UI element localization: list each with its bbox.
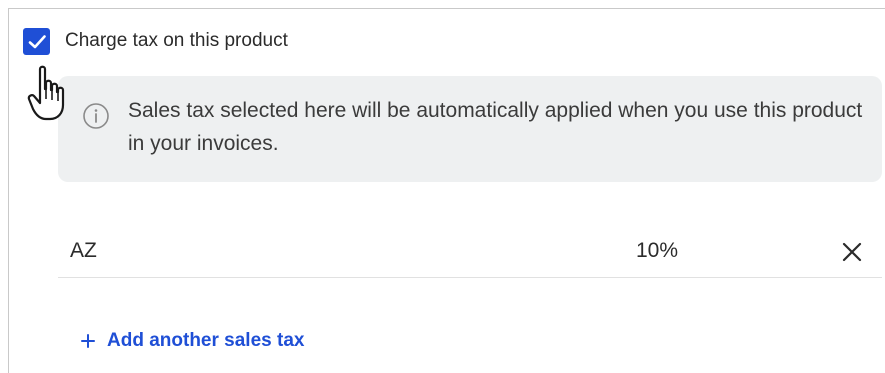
add-sales-tax-label: Add another sales tax [107,330,305,351]
product-tax-panel: Charge tax on this product Sales tax sel… [8,8,885,373]
checkmark-icon [28,34,46,48]
close-icon[interactable] [837,237,867,267]
info-circle-icon [83,103,109,129]
tax-row: AZ 10% [58,225,882,278]
info-message: Sales tax selected here will be automati… [128,99,863,155]
plus-icon [81,334,95,348]
info-callout: Sales tax selected here will be automati… [58,76,882,182]
charge-tax-label[interactable]: Charge tax on this product [65,29,288,53]
hand-pointer-cursor-icon [27,65,65,121]
tax-name: AZ [70,239,97,262]
add-sales-tax-button[interactable]: Add another sales tax [79,329,304,353]
charge-tax-checkbox[interactable] [23,28,50,55]
tax-rate: 10% [636,239,679,262]
